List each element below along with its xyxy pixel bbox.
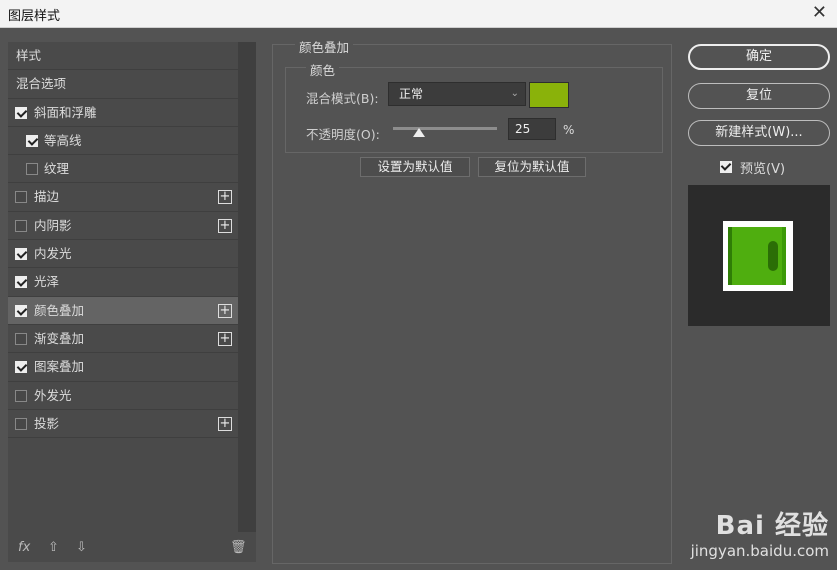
style-preview xyxy=(688,185,830,326)
sidebar-item-checkbox[interactable] xyxy=(15,332,27,345)
add-icon[interactable]: + xyxy=(218,416,232,431)
fx-icon[interactable]: fx xyxy=(18,540,30,555)
sidebar-item-checkbox[interactable] xyxy=(15,389,27,402)
sidebar-item[interactable]: 内发光 xyxy=(8,240,238,269)
sidebar-item-label: 纹理 xyxy=(44,161,70,177)
sidebar-item[interactable]: 外发光 xyxy=(8,382,238,410)
sidebar-item[interactable]: 投影 + xyxy=(8,410,238,439)
watermark-url: jingyan.baidu.com xyxy=(690,542,829,560)
sidebar-item[interactable]: 纹理 xyxy=(8,155,238,184)
add-icon[interactable]: + xyxy=(218,303,232,318)
color-swatch[interactable] xyxy=(529,82,569,108)
preview-label: 预览(V) xyxy=(740,162,786,177)
section-title: 颜色叠加 xyxy=(295,37,354,56)
style-list-toolbar: fx ⇧ ⇩ 🗑 xyxy=(8,537,256,561)
move-down-icon[interactable]: ⇩ xyxy=(76,540,87,555)
set-default-button[interactable]: 设置为默认值 xyxy=(360,157,470,177)
sidebar-item-checkbox[interactable] xyxy=(15,248,27,261)
opacity-input[interactable]: 25 xyxy=(508,118,556,140)
sidebar-item-checkbox[interactable] xyxy=(26,134,38,147)
close-icon[interactable]: ✕ xyxy=(812,2,827,23)
ok-button[interactable]: 确定 xyxy=(688,44,830,70)
preview-swatch xyxy=(728,227,786,285)
sidebar-item-checkbox[interactable] xyxy=(15,219,27,232)
add-icon[interactable]: + xyxy=(218,190,232,205)
watermark-brand: Bai 经验 xyxy=(715,511,829,541)
preview-checkbox[interactable] xyxy=(720,161,732,173)
sidebar-item-label: 颜色叠加 xyxy=(34,302,85,318)
sidebar-item-label: 光泽 xyxy=(34,274,60,290)
sidebar-item-checkbox[interactable] xyxy=(15,417,27,430)
color-group: 颜色 混合模式(B): 正常 ⌄ 不透明度(O): 25 % xyxy=(285,60,663,153)
sidebar-item[interactable]: 混合选项 xyxy=(8,70,238,99)
move-up-icon[interactable]: ⇧ xyxy=(48,540,59,555)
blend-mode-select[interactable]: 正常 ⌄ xyxy=(388,82,526,106)
chevron-down-icon: ⌄ xyxy=(510,88,519,99)
opacity-label: 不透明度(O): xyxy=(306,127,380,142)
sidebar-item[interactable]: 样式 xyxy=(8,42,238,71)
opacity-slider-track[interactable] xyxy=(393,127,497,130)
trash-icon[interactable]: 🗑 xyxy=(230,540,247,555)
sidebar-item-checkbox[interactable] xyxy=(15,276,27,289)
sidebar-item-label: 投影 xyxy=(34,415,60,431)
opacity-unit: % xyxy=(563,123,575,137)
sidebar-item-checkbox[interactable] xyxy=(15,191,27,204)
sidebar-item[interactable]: 渐变叠加 + xyxy=(8,325,238,354)
opacity-slider-handle[interactable] xyxy=(413,128,425,137)
sidebar-item-label: 外发光 xyxy=(34,387,72,403)
sidebar-item-checkbox[interactable] xyxy=(15,106,27,119)
preview-thumbnail xyxy=(723,221,793,291)
blend-mode-value: 正常 xyxy=(399,87,424,101)
reset-default-button[interactable]: 复位为默认值 xyxy=(478,157,586,177)
window-title: 图层样式 xyxy=(8,9,61,24)
sidebar-item[interactable]: 图案叠加 xyxy=(8,353,238,382)
color-overlay-panel: 颜色叠加 颜色 混合模式(B): 正常 ⌄ 不透明度(O): 25 % 设置为默… xyxy=(272,37,672,564)
sidebar-item[interactable]: 等高线 xyxy=(8,127,238,156)
sidebar-item-checkbox[interactable] xyxy=(15,304,27,317)
watermark: Bai 经验 jingyan.baidu.com xyxy=(691,505,829,560)
sidebar-item-checkbox[interactable] xyxy=(15,361,27,374)
sidebar-item-label: 描边 xyxy=(34,189,60,205)
sidebar-item-label: 混合选项 xyxy=(16,76,67,92)
sidebar-item-label: 斜面和浮雕 xyxy=(34,104,97,120)
sidebar-item-label: 内阴影 xyxy=(34,217,72,233)
add-icon[interactable]: + xyxy=(218,331,232,346)
sidebar-item-label: 内发光 xyxy=(34,246,72,262)
sidebar-item-checkbox[interactable] xyxy=(26,163,38,176)
sidebar-item-label: 图案叠加 xyxy=(34,359,85,375)
sidebar-item-label: 样式 xyxy=(16,48,42,63)
sidebar-item[interactable]: 斜面和浮雕 xyxy=(8,99,238,127)
title-bar: 图层样式 ✕ xyxy=(0,0,837,28)
sidebar-item-label: 等高线 xyxy=(44,132,82,148)
scrollbar[interactable] xyxy=(238,42,256,532)
sidebar-item[interactable]: 描边 + xyxy=(8,183,238,212)
new-style-button[interactable]: 新建样式(W)... xyxy=(688,120,830,146)
sidebar-item[interactable]: 光泽 xyxy=(8,268,238,297)
style-list-panel: 样式混合选项斜面和浮雕等高线纹理描边 + 内阴影 + 内发光光泽颜色叠加 + 渐变叠加 + 图案… xyxy=(8,42,256,562)
add-icon[interactable]: + xyxy=(218,218,232,233)
reset-button[interactable]: 复位 xyxy=(688,83,830,109)
blend-mode-label: 混合模式(B): xyxy=(306,91,379,106)
style-list: 样式混合选项斜面和浮雕等高线纹理描边 + 内阴影 + 内发光光泽颜色叠加 + 渐变叠加 + 图案… xyxy=(8,42,238,439)
sidebar-item[interactable]: 颜色叠加 + xyxy=(8,296,238,325)
sidebar-item[interactable]: 内阴影 + xyxy=(8,212,238,241)
color-overlay-group: 颜色叠加 颜色 混合模式(B): 正常 ⌄ 不透明度(O): 25 % 设置为默… xyxy=(272,37,672,564)
group-title: 颜色 xyxy=(306,60,340,79)
sidebar-item-label: 渐变叠加 xyxy=(34,330,85,346)
